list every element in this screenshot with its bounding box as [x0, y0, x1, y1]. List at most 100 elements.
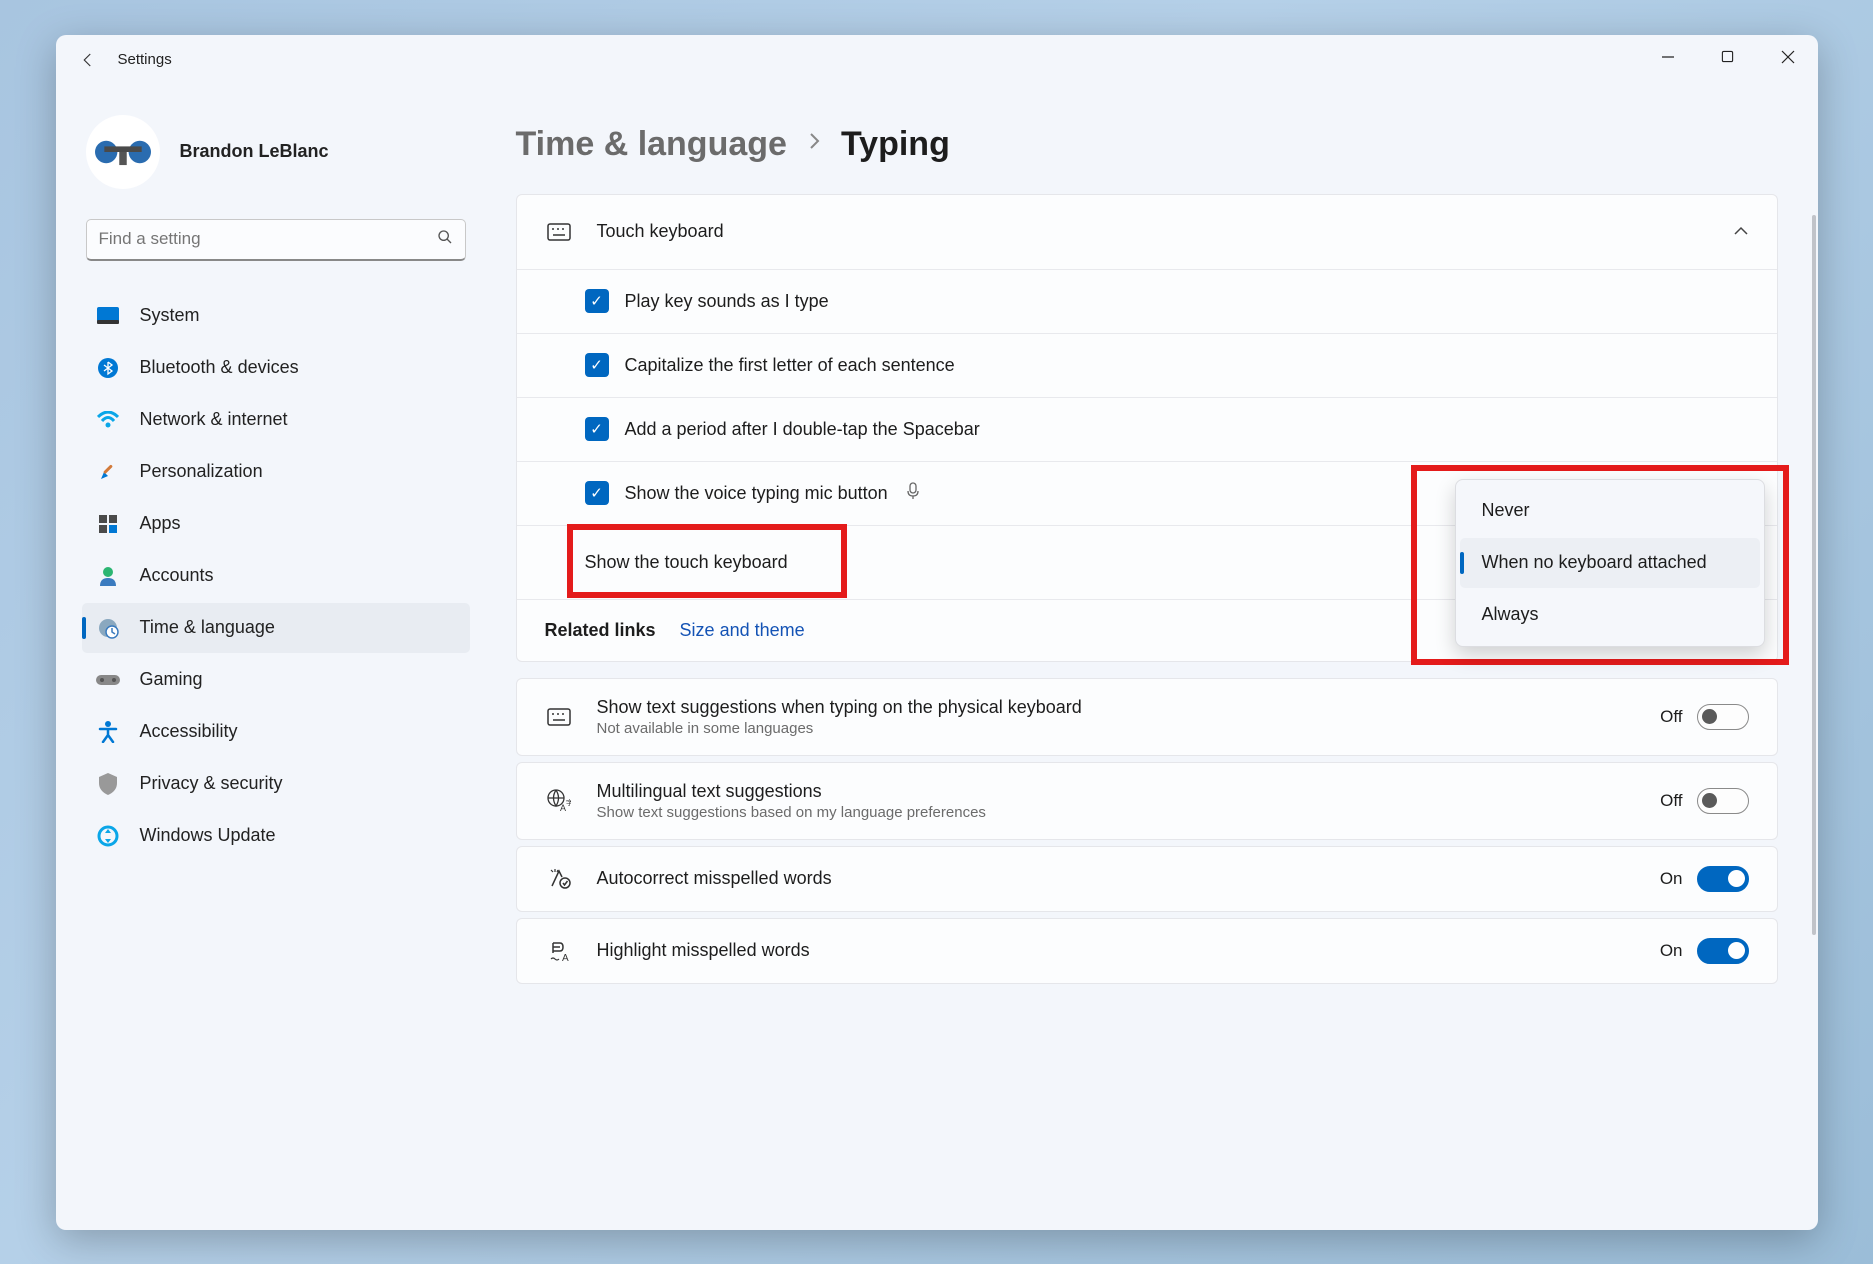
- sidebar-item-personalization[interactable]: Personalization: [82, 447, 470, 497]
- setting-label: Show the touch keyboard: [585, 552, 788, 573]
- dropdown-option-never[interactable]: Never: [1460, 486, 1760, 536]
- setting-subtitle: Not available in some languages: [597, 720, 1637, 737]
- sidebar-item-label: Personalization: [140, 461, 263, 482]
- text-suggestions-physical-row[interactable]: Show text suggestions when typing on the…: [516, 678, 1778, 756]
- shield-icon: [96, 772, 120, 796]
- person-icon: [96, 564, 120, 588]
- apps-icon: [96, 512, 120, 536]
- search-box[interactable]: [86, 219, 466, 261]
- setting-subtitle: Show text suggestions based on my langua…: [597, 804, 1637, 821]
- app-title: Settings: [118, 51, 172, 68]
- sidebar-item-privacy[interactable]: Privacy & security: [82, 759, 470, 809]
- breadcrumb-parent[interactable]: Time & language: [516, 125, 787, 164]
- touch-keyboard-header[interactable]: Touch keyboard: [517, 195, 1777, 269]
- titlebar: Settings: [56, 35, 1818, 85]
- clock-globe-icon: [96, 616, 120, 640]
- minimize-button[interactable]: [1638, 35, 1698, 79]
- search-input[interactable]: [99, 229, 429, 249]
- sidebar-item-label: Accounts: [140, 565, 214, 586]
- sidebar-item-label: Apps: [140, 513, 181, 534]
- setting-label: Play key sounds as I type: [625, 291, 829, 312]
- sidebar-item-label: Gaming: [140, 669, 203, 690]
- touch-keyboard-panel: Touch keyboard ✓ Play key sounds as I ty…: [516, 194, 1778, 662]
- main: Time & language Typing Touch keyboard: [486, 85, 1818, 1230]
- sidebar-item-system[interactable]: System: [82, 291, 470, 341]
- toggle-switch[interactable]: [1697, 866, 1749, 892]
- sidebar-item-accounts[interactable]: Accounts: [82, 551, 470, 601]
- sidebar-item-label: Time & language: [140, 617, 275, 638]
- close-button[interactable]: [1758, 35, 1818, 79]
- settings-window: Settings Brandon LeBlanc: [56, 35, 1818, 1230]
- touch-keyboard-title: Touch keyboard: [597, 221, 724, 242]
- toggle-state: On: [1660, 869, 1683, 889]
- toggle-control: Off: [1660, 788, 1748, 814]
- sidebar-item-time-language[interactable]: Time & language: [82, 603, 470, 653]
- mic-icon: [906, 482, 920, 505]
- sidebar-item-label: Network & internet: [140, 409, 288, 430]
- autocorrect-row[interactable]: Autocorrect misspelled words On: [516, 846, 1778, 912]
- sidebar-item-gaming[interactable]: Gaming: [82, 655, 470, 705]
- related-links-label: Related links: [545, 620, 656, 641]
- accessibility-icon: [96, 720, 120, 744]
- setting-title: Autocorrect misspelled words: [597, 868, 1636, 889]
- size-and-theme-link[interactable]: Size and theme: [680, 620, 805, 641]
- sidebar-item-accessibility[interactable]: Accessibility: [82, 707, 470, 757]
- toggle-switch[interactable]: [1697, 788, 1749, 814]
- show-touch-keyboard-dropdown[interactable]: Never When no keyboard attached Always: [1455, 479, 1765, 647]
- toggle-control: Off: [1660, 704, 1748, 730]
- search-icon: [437, 229, 453, 250]
- checkbox-checked[interactable]: ✓: [585, 417, 609, 441]
- wifi-icon: [96, 408, 120, 432]
- sidebar-item-label: Accessibility: [140, 721, 238, 742]
- setting-label: Capitalize the first letter of each sent…: [625, 355, 955, 376]
- toggle-switch[interactable]: [1697, 704, 1749, 730]
- svg-text:字: 字: [566, 798, 571, 807]
- toggle-control: On: [1660, 938, 1749, 964]
- scrollbar[interactable]: [1812, 215, 1816, 935]
- toggle-control: On: [1660, 866, 1749, 892]
- autocorrect-icon: [545, 865, 573, 893]
- system-icon: [96, 304, 120, 328]
- brush-icon: [96, 460, 120, 484]
- sidebar-item-label: Privacy & security: [140, 773, 283, 794]
- checkbox-checked[interactable]: ✓: [585, 353, 609, 377]
- toggle-state: Off: [1660, 707, 1682, 727]
- setting-title: Multilingual text suggestions: [597, 781, 1637, 802]
- setting-title: Show text suggestions when typing on the…: [597, 697, 1637, 718]
- capitalize-first-letter-row[interactable]: ✓ Capitalize the first letter of each se…: [517, 333, 1777, 397]
- chevron-right-icon: [807, 131, 821, 157]
- setting-label: Show the voice typing mic button: [625, 483, 888, 504]
- setting-label: Add a period after I double-tap the Spac…: [625, 419, 980, 440]
- dropdown-option-always[interactable]: Always: [1460, 590, 1760, 640]
- nav: System Bluetooth & devices Network & int…: [76, 291, 476, 861]
- sidebar-item-windows-update[interactable]: Windows Update: [82, 811, 470, 861]
- dropdown-option-when-no-keyboard[interactable]: When no keyboard attached: [1460, 538, 1760, 588]
- add-period-row[interactable]: ✓ Add a period after I double-tap the Sp…: [517, 397, 1777, 461]
- update-icon: [96, 824, 120, 848]
- checkbox-checked[interactable]: ✓: [585, 289, 609, 313]
- toggle-switch[interactable]: [1697, 938, 1749, 964]
- multilingual-suggestions-row[interactable]: A字 Multilingual text suggestions Show te…: [516, 762, 1778, 840]
- avatar: [86, 115, 160, 189]
- sidebar-item-label: Bluetooth & devices: [140, 357, 299, 378]
- highlight-icon: A: [545, 937, 573, 965]
- sidebar-item-bluetooth[interactable]: Bluetooth & devices: [82, 343, 470, 393]
- breadcrumb-current: Typing: [841, 125, 950, 164]
- toggle-state: Off: [1660, 791, 1682, 811]
- sidebar: Brandon LeBlanc System Bluetooth & devic…: [56, 85, 486, 1230]
- breadcrumb: Time & language Typing: [516, 125, 1778, 164]
- toggle-state: On: [1660, 941, 1683, 961]
- back-button[interactable]: [68, 40, 108, 80]
- play-key-sounds-row[interactable]: ✓ Play key sounds as I type: [517, 269, 1777, 333]
- keyboard-icon: [545, 703, 573, 731]
- globe-language-icon: A字: [545, 787, 573, 815]
- maximize-button[interactable]: [1698, 35, 1758, 79]
- window-controls: [1638, 35, 1818, 79]
- sidebar-item-apps[interactable]: Apps: [82, 499, 470, 549]
- sidebar-item-label: Windows Update: [140, 825, 276, 846]
- sidebar-item-network[interactable]: Network & internet: [82, 395, 470, 445]
- user-name: Brandon LeBlanc: [180, 141, 329, 162]
- user-profile[interactable]: Brandon LeBlanc: [76, 95, 476, 219]
- highlight-misspelled-row[interactable]: A Highlight misspelled words On: [516, 918, 1778, 984]
- checkbox-checked[interactable]: ✓: [585, 481, 609, 505]
